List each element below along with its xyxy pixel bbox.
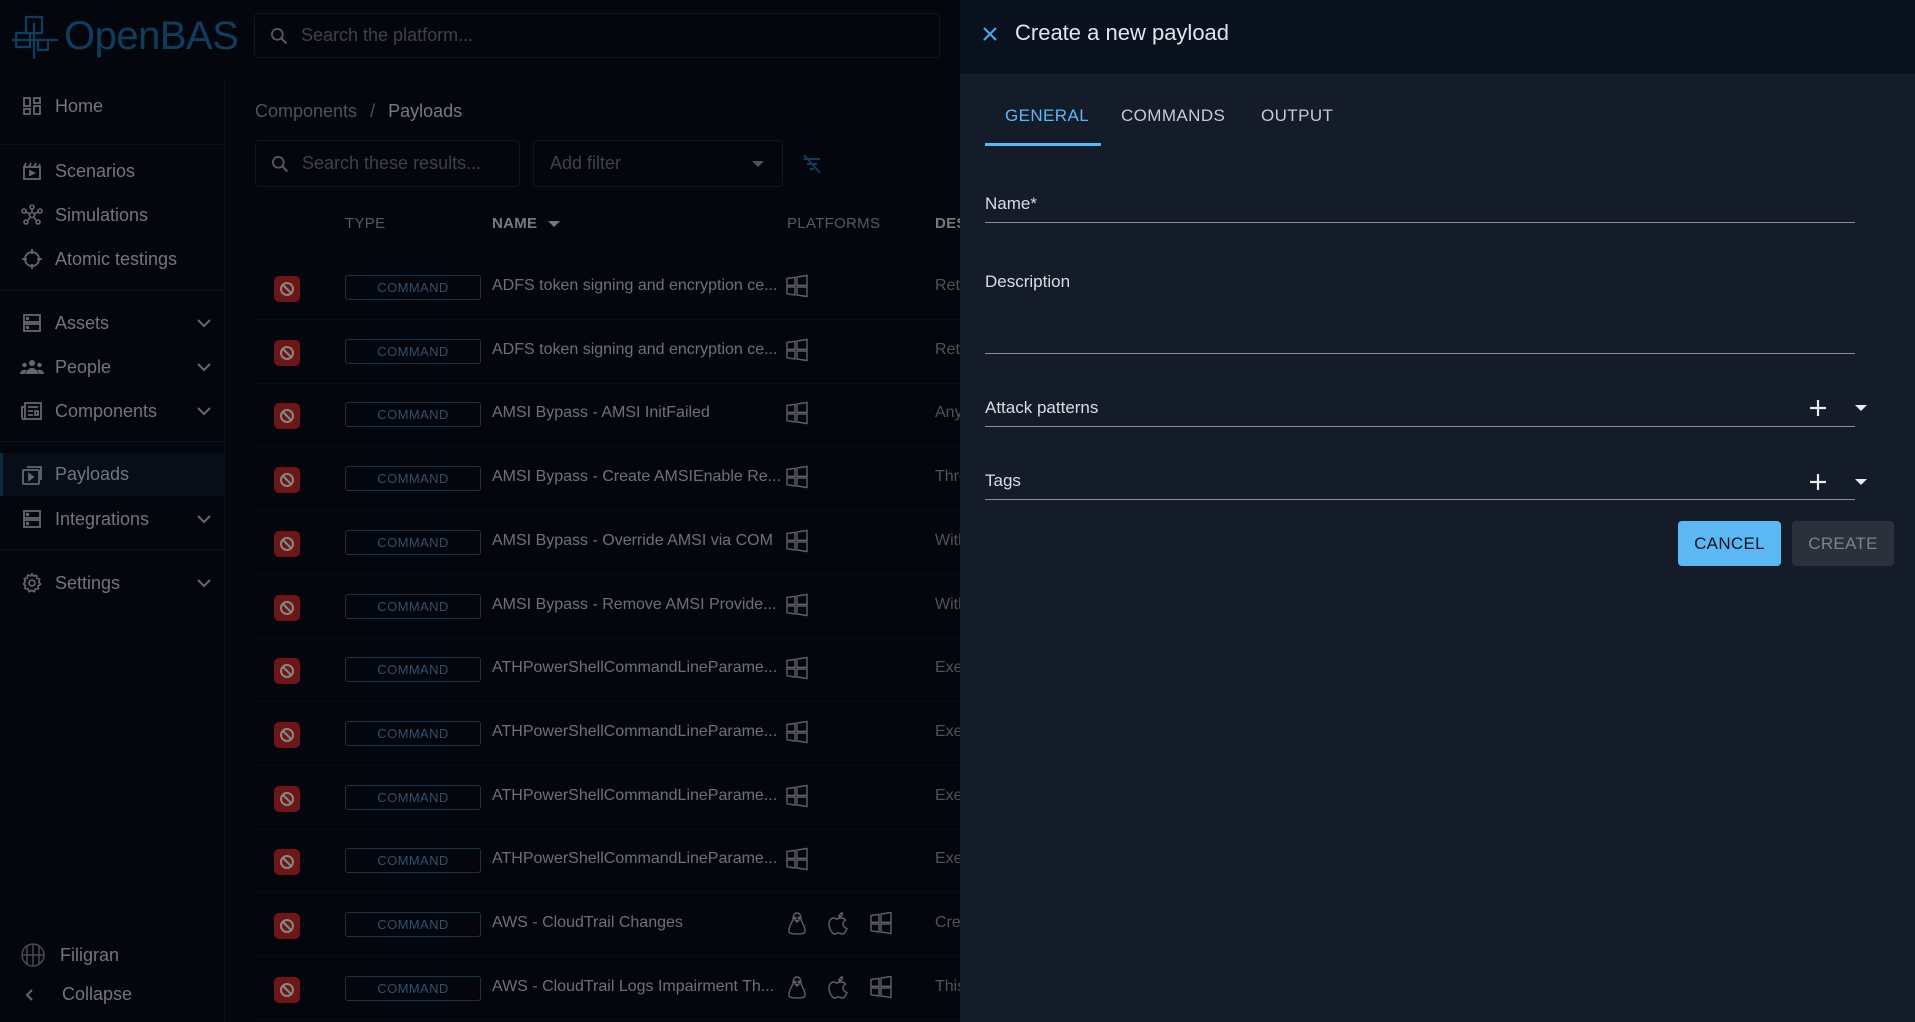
tab-commands[interactable]: COMMANDS xyxy=(1121,106,1225,126)
tab-general[interactable]: GENERAL xyxy=(1005,106,1089,126)
close-icon[interactable] xyxy=(978,22,1002,51)
add-icon[interactable] xyxy=(1807,397,1829,419)
caret-down-icon[interactable] xyxy=(1855,405,1867,411)
tags-field[interactable] xyxy=(985,499,1855,500)
name-field[interactable] xyxy=(985,222,1855,223)
add-icon[interactable] xyxy=(1807,471,1829,493)
attack-patterns-field[interactable] xyxy=(985,426,1855,427)
create-button[interactable]: CREATE xyxy=(1792,521,1894,566)
attack-patterns-actions xyxy=(1807,397,1867,419)
tags-actions xyxy=(1807,471,1867,493)
name-label-text: Name xyxy=(985,194,1031,213)
name-field-label: Name* xyxy=(985,194,1037,214)
drawer-header: Create a new payload xyxy=(960,0,1915,74)
drawer-title: Create a new payload xyxy=(1015,20,1230,45)
attack-patterns-label: Attack patterns xyxy=(985,398,1099,417)
description-field[interactable] xyxy=(985,353,1855,354)
description-field-label: Description xyxy=(985,272,1071,291)
tab-indicator xyxy=(985,143,1101,146)
backdrop-overlay[interactable] xyxy=(0,0,960,1022)
required-mark: * xyxy=(1030,194,1037,213)
caret-down-icon[interactable] xyxy=(1855,479,1867,485)
create-payload-drawer: Create a new payload GENERAL COMMANDS OU… xyxy=(960,0,1915,1022)
cancel-button[interactable]: CANCEL xyxy=(1678,521,1781,566)
tab-output[interactable]: OUTPUT xyxy=(1261,106,1333,126)
tags-label: Tags xyxy=(985,471,1021,490)
app-shell: OpenBAS Search the platform... Home Scen… xyxy=(0,0,1915,1022)
